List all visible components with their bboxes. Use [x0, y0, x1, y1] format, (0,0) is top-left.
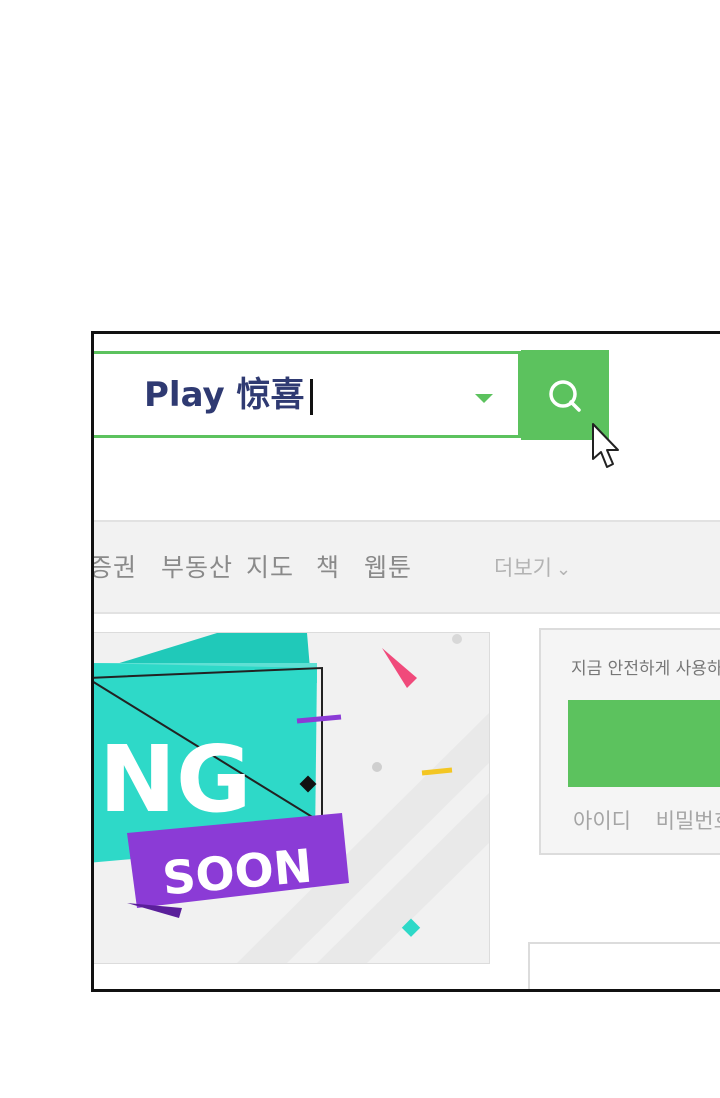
nav-item-stocks[interactable]: 증권 [94, 548, 137, 584]
search-bar: Play 惊喜 [94, 351, 521, 438]
nav-item-real-estate[interactable]: 부동산 [161, 548, 233, 584]
banner-big-text: NG [99, 726, 252, 833]
nav-item-webtoon[interactable]: 웹툰 [364, 548, 412, 584]
nav-more-button[interactable]: 더보기 ⌄ [494, 552, 571, 582]
chevron-down-icon: ⌄ [555, 559, 572, 580]
browser-viewport: Play 惊喜 증권 부동산 지도 책 웹툰 더보기 ⌄ NG SOON 지금 … [91, 331, 720, 992]
nav-more-label: 더보기 [494, 556, 552, 580]
login-prompt-text: 지금 안전하게 사용하 [571, 659, 720, 679]
nav-item-map[interactable]: 지도 [246, 548, 294, 584]
search-icon [549, 380, 581, 412]
nav-item-books[interactable]: 책 [316, 548, 340, 584]
text-caret [310, 378, 314, 415]
dropdown-arrow-icon[interactable] [475, 394, 493, 403]
login-button[interactable] [568, 700, 720, 787]
coming-soon-banner[interactable]: NG SOON [94, 632, 490, 964]
lower-panel [528, 942, 720, 989]
search-input[interactable]: Play 惊喜 [144, 370, 314, 420]
login-links: 아이디 비밀번호 [573, 805, 720, 835]
banner-artwork: NG SOON [94, 633, 489, 963]
find-id-link[interactable]: 아이디 [573, 809, 631, 833]
login-panel: 지금 안전하게 사용하 아이디 비밀번호 [539, 628, 720, 855]
search-input-value: Play 惊喜 [144, 375, 305, 415]
category-nav: 증권 부동산 지도 책 웹툰 더보기 ⌄ [94, 520, 720, 614]
find-password-link[interactable]: 비밀번호 [656, 809, 720, 833]
cursor-icon [592, 423, 619, 468]
